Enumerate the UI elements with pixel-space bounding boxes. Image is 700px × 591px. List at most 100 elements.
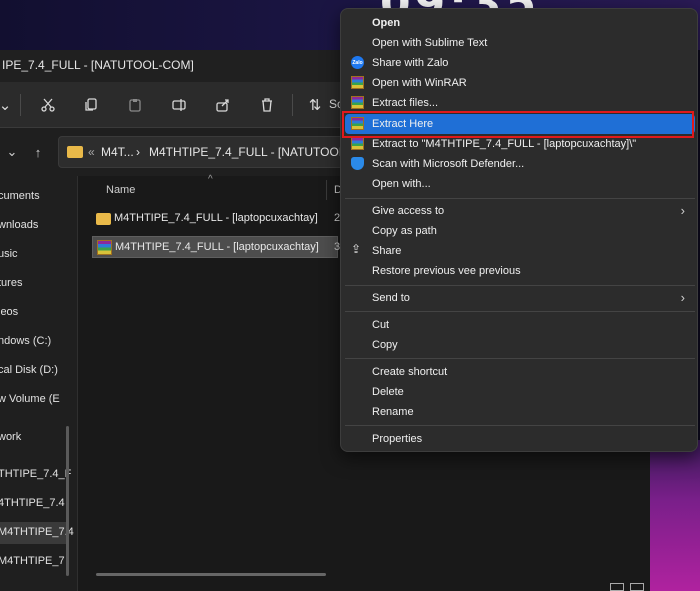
menu-item-restore-previous-versions[interactable]: Restore previous vee previous: [345, 261, 695, 281]
share-icon: ⇪: [351, 242, 362, 256]
rename-button[interactable]: [166, 92, 192, 118]
folder-icon: [67, 146, 83, 158]
menu-item-label: Share: [372, 245, 402, 257]
sidebar-item-network[interactable]: work: [0, 431, 21, 443]
menu-item-send-to[interactable]: Send to ›: [345, 288, 695, 308]
details-view-icon[interactable]: [610, 583, 624, 591]
menu-item-open-with-sublime[interactable]: Open with Sublime Text: [345, 33, 695, 53]
menu-item-label: Open: [372, 17, 401, 29]
menu-item-label: Open with...: [372, 178, 431, 190]
menu-item-label: Restore previous vee previous: [372, 265, 521, 277]
share-button[interactable]: [210, 92, 236, 118]
menu-item-label: Send to: [372, 292, 410, 304]
menu-item-properties[interactable]: Properties: [345, 429, 695, 449]
chevron-down-icon[interactable]: ⌄: [0, 92, 18, 118]
column-header-name[interactable]: Name: [106, 184, 135, 196]
menu-item-label: Copy: [372, 339, 398, 351]
menu-item-label: Copy as path: [372, 225, 437, 237]
menu-item-create-shortcut[interactable]: Create shortcut: [345, 362, 695, 382]
menu-item-label: Share with Zalo: [372, 57, 449, 69]
menu-item-copy[interactable]: Copy: [345, 335, 695, 355]
menu-item-copy-as-path[interactable]: Copy as path: [345, 221, 695, 241]
copy-button[interactable]: [78, 92, 104, 118]
winrar-icon: [351, 96, 364, 109]
delete-button[interactable]: [254, 92, 280, 118]
winrar-archive-icon: [97, 240, 112, 255]
sort-up-icon: ^: [208, 174, 213, 185]
zalo-icon: Zalo: [351, 56, 364, 69]
cut-button[interactable]: [35, 92, 61, 118]
menu-item-scan-defender[interactable]: Scan with Microsoft Defender...: [345, 154, 695, 174]
trash-icon: [262, 98, 272, 112]
menu-item-rename[interactable]: Rename: [345, 402, 695, 422]
menu-item-cut[interactable]: Cut: [345, 315, 695, 335]
menu-item-label: Extract to "M4THTIPE_7.4_FULL - [laptopc…: [372, 138, 637, 150]
context-menu: Open Open with Sublime Text Zalo Share w…: [340, 8, 698, 452]
scissors-icon: [41, 98, 55, 112]
menu-item-label: Open with Sublime Text: [372, 37, 488, 49]
sidebar-item-pictures[interactable]: tures: [0, 277, 22, 289]
menu-item-share-with-zalo[interactable]: Zalo Share with Zalo: [345, 53, 695, 73]
paste-button[interactable]: [122, 92, 148, 118]
sidebar-item-windows-c[interactable]: ndows (C:): [0, 335, 51, 347]
sidebar-item-new-volume-e[interactable]: w Volume (E: [0, 393, 60, 405]
file-name: M4THTIPE_7.4_FULL - [laptopcuxachtay]: [114, 212, 318, 224]
column-divider[interactable]: [326, 180, 327, 200]
sort-icon[interactable]: ⇅: [302, 92, 328, 118]
sidebar-item-folder-selected[interactable]: M4THTIPE_7.4: [0, 522, 74, 544]
sidebar-item-downloads[interactable]: wnloads: [0, 219, 38, 231]
share-icon: [216, 99, 229, 112]
sidebar-item-music[interactable]: usic: [0, 248, 18, 260]
breadcrumb-item[interactable]: M4T...: [101, 145, 134, 159]
menu-item-label: Rename: [372, 406, 414, 418]
chevron-right-icon: ›: [680, 290, 685, 305]
toolbar-divider: [20, 94, 21, 116]
menu-item-open[interactable]: Open: [345, 13, 695, 33]
toolbar-divider: [292, 94, 293, 116]
menu-item-give-access-to[interactable]: Give access to ›: [345, 201, 695, 221]
tiles-view-icon[interactable]: [630, 583, 644, 591]
sidebar-item-folder[interactable]: M4THTIPE_7: [0, 555, 65, 567]
menu-item-label: Properties: [372, 433, 423, 445]
menu-separator: [345, 358, 695, 359]
menu-item-share[interactable]: ⇪ Share: [345, 241, 695, 261]
desktop-wallpaper-corner: [650, 440, 700, 591]
chevron-down-icon[interactable]: ⌄: [2, 142, 22, 162]
menu-item-label: Open with WinRAR: [372, 77, 467, 89]
menu-item-label: Give access to: [372, 205, 445, 217]
breadcrumb-separator: ›: [136, 145, 140, 159]
file-row-archive-selected[interactable]: M4THTIPE_7.4_FULL - [laptopcuxachtay]: [92, 236, 338, 258]
winrar-icon: [351, 137, 364, 150]
menu-item-label: Cut: [372, 319, 390, 331]
menu-item-label: Delete: [372, 386, 404, 398]
breadcrumb-overflow[interactable]: «: [88, 145, 95, 159]
navigation-pane: cuments wnloads usic tures leos ndows (C…: [0, 176, 78, 591]
sidebar-item-folder[interactable]: 4THTIPE_7.4: [0, 497, 65, 509]
up-arrow-icon[interactable]: ↑: [28, 142, 48, 162]
menu-separator: [345, 425, 695, 426]
highlight-annotation-box: [342, 111, 694, 138]
menu-item-delete[interactable]: Delete: [345, 382, 695, 402]
shield-icon: [351, 157, 364, 170]
folder-icon: [96, 213, 111, 225]
menu-separator: [345, 198, 695, 199]
sidebar-scrollbar[interactable]: [66, 426, 69, 576]
menu-separator: [345, 311, 695, 312]
menu-item-label: Extract files...: [372, 97, 439, 109]
window-title: IPE_7.4_FULL - [NATUTOOL-COM]: [2, 58, 194, 72]
menu-item-open-with[interactable]: Open with...: [345, 174, 695, 194]
rename-icon: [172, 99, 186, 111]
sidebar-item-videos[interactable]: leos: [0, 306, 18, 318]
menu-item-label: Create shortcut: [372, 366, 448, 378]
horizontal-scrollbar[interactable]: [96, 573, 326, 576]
menu-item-open-with-winrar[interactable]: Open with WinRAR: [345, 73, 695, 93]
sidebar-item-documents[interactable]: cuments: [0, 190, 40, 202]
sidebar-item-local-disk-d[interactable]: cal Disk (D:): [0, 364, 58, 376]
copy-icon: [85, 98, 97, 111]
menu-item-extract-files[interactable]: Extract files...: [345, 93, 695, 113]
clipboard-icon: [129, 99, 141, 112]
menu-item-label: Scan with Microsoft Defender...: [372, 158, 525, 170]
file-row-folder[interactable]: M4THTIPE_7.4_FULL - [laptopcuxachtay]: [92, 208, 338, 230]
chevron-right-icon: ›: [680, 203, 685, 218]
sidebar-item-folder[interactable]: THTIPE_7.4_F: [0, 468, 71, 480]
